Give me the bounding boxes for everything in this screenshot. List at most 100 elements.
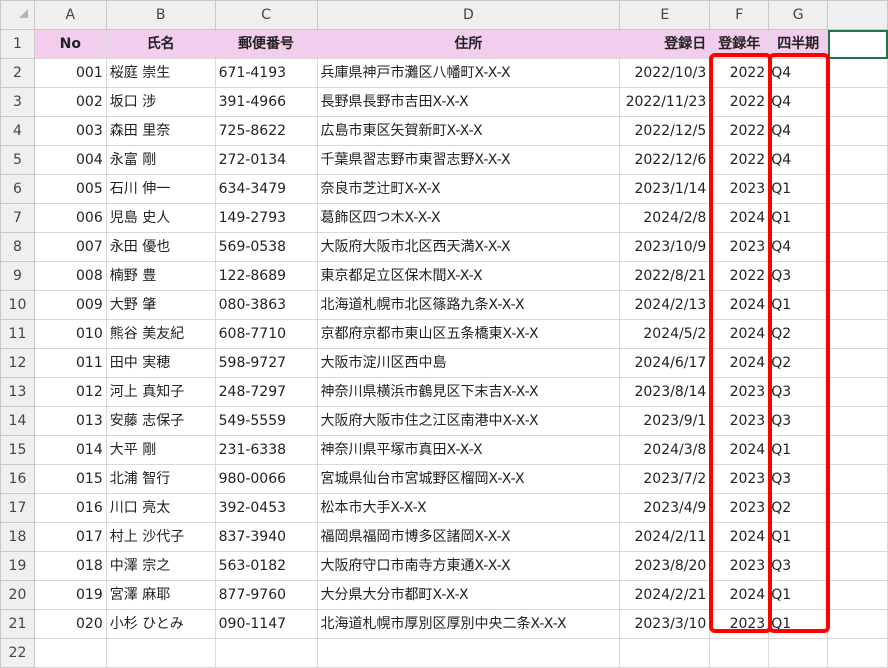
cell-name[interactable]: 石川 伸一 [105,174,216,204]
cell-empty[interactable] [827,377,888,407]
cell-name[interactable]: 宮澤 麻耶 [105,580,216,610]
cell-zip[interactable]: 608-7710 [214,319,318,349]
cell-empty[interactable] [827,290,888,320]
cell-empty[interactable] [827,435,888,465]
select-all-corner[interactable] [0,0,35,30]
cell-year[interactable]: 2022 [709,87,770,117]
cell-year[interactable]: 2023 [709,464,770,494]
row-header[interactable]: 10 [0,290,35,320]
cell-empty[interactable] [619,638,711,668]
cell-zip[interactable]: 272-0134 [214,145,318,175]
cell-name[interactable]: 安藤 志保子 [105,406,216,436]
cell-empty[interactable] [214,638,318,668]
cell-no[interactable]: 003 [33,116,107,146]
cell-zip[interactable]: 563-0182 [214,551,318,581]
cell-quarter[interactable]: Q3 [768,406,829,436]
cell-zip[interactable]: 598-9727 [214,348,318,378]
column-header-a[interactable]: A [33,0,107,30]
cell-quarter[interactable]: Q2 [768,319,829,349]
cell-name[interactable]: 坂口 涉 [105,87,216,117]
cell-date[interactable]: 2024/6/17 [619,348,711,378]
cell-quarter[interactable]: Q2 [768,493,829,523]
row-header[interactable]: 12 [0,348,35,378]
cell-quarter[interactable]: Q4 [768,145,829,175]
cell-quarter[interactable]: Q1 [768,435,829,465]
cell-date[interactable]: 2024/2/13 [619,290,711,320]
cell-address[interactable]: 大阪府大阪市住之江区南港中X-X-X [316,406,621,436]
column-header-c[interactable]: C [214,0,318,30]
cell-date[interactable]: 2023/3/10 [619,609,711,639]
cell-quarter[interactable]: Q4 [768,232,829,262]
cell-empty[interactable] [827,145,888,175]
cell-no[interactable]: 017 [33,522,107,552]
column-header-f[interactable]: F [709,0,770,30]
row-header[interactable]: 2 [0,58,35,88]
cell-year[interactable]: 2023 [709,609,770,639]
cell-no[interactable]: 011 [33,348,107,378]
cell-address[interactable]: 奈良市芝辻町X-X-X [316,174,621,204]
cell-date[interactable]: 2024/3/8 [619,435,711,465]
cell-date[interactable]: 2023/9/1 [619,406,711,436]
cell-empty[interactable] [827,638,888,668]
cell-zip[interactable]: 391-4966 [214,87,318,117]
cell-address[interactable]: 東京都足立区保木間X-X-X [316,261,621,291]
header-cell-address[interactable]: 住所 [316,29,621,59]
header-cell-name[interactable]: 氏名 [105,29,216,59]
cell-empty[interactable] [827,522,888,552]
cell-zip[interactable]: 634-3479 [214,174,318,204]
cell-no[interactable]: 009 [33,290,107,320]
cell-empty[interactable] [827,203,888,233]
cell-name[interactable]: 桜庭 崇生 [105,58,216,88]
cell-name[interactable]: 児島 史人 [105,203,216,233]
selected-cell[interactable] [827,29,888,59]
cell-no[interactable]: 012 [33,377,107,407]
cell-date[interactable]: 2023/4/9 [619,493,711,523]
cell-quarter[interactable]: Q4 [768,116,829,146]
cell-name[interactable]: 田中 実穂 [105,348,216,378]
cell-empty[interactable] [827,261,888,291]
cell-empty[interactable] [316,638,621,668]
cell-address[interactable]: 神奈川県平塚市真田X-X-X [316,435,621,465]
cell-year[interactable]: 2024 [709,290,770,320]
column-header-d[interactable]: D [316,0,621,30]
cell-date[interactable]: 2022/10/3 [619,58,711,88]
cell-name[interactable]: 永田 優也 [105,232,216,262]
cell-date[interactable]: 2024/2/8 [619,203,711,233]
cell-name[interactable]: 大平 剛 [105,435,216,465]
row-header[interactable]: 17 [0,493,35,523]
cell-year[interactable]: 2024 [709,203,770,233]
cell-no[interactable]: 010 [33,319,107,349]
cell-year[interactable]: 2024 [709,319,770,349]
cell-date[interactable]: 2024/2/11 [619,522,711,552]
cell-zip[interactable]: 090-1147 [214,609,318,639]
cell-empty[interactable] [827,493,888,523]
cell-no[interactable]: 006 [33,203,107,233]
cell-quarter[interactable]: Q3 [768,464,829,494]
cell-no[interactable]: 019 [33,580,107,610]
cell-address[interactable]: 京都府京都市東山区五条橋東X-X-X [316,319,621,349]
cell-year[interactable]: 2024 [709,580,770,610]
cell-address[interactable]: 長野県長野市吉田X-X-X [316,87,621,117]
cell-year[interactable]: 2022 [709,261,770,291]
cell-year[interactable]: 2022 [709,58,770,88]
cell-empty[interactable] [827,609,888,639]
cell-empty[interactable] [768,638,829,668]
cell-quarter[interactable]: Q2 [768,348,829,378]
cell-date[interactable]: 2024/5/2 [619,319,711,349]
row-header-1[interactable]: 1 [0,29,35,59]
row-header[interactable]: 4 [0,116,35,146]
cell-address[interactable]: 神奈川県横浜市鶴見区下末吉X-X-X [316,377,621,407]
cell-name[interactable]: 川口 亮太 [105,493,216,523]
cell-zip[interactable]: 122-8689 [214,261,318,291]
cell-empty[interactable] [827,174,888,204]
row-header[interactable]: 6 [0,174,35,204]
cell-year[interactable]: 2023 [709,232,770,262]
cell-zip[interactable]: 549-5559 [214,406,318,436]
cell-name[interactable]: 永富 剛 [105,145,216,175]
cell-quarter[interactable]: Q1 [768,522,829,552]
cell-year[interactable]: 2024 [709,522,770,552]
cell-zip[interactable]: 231-6338 [214,435,318,465]
cell-no[interactable]: 014 [33,435,107,465]
cell-address[interactable]: 大分県大分市都町X-X-X [316,580,621,610]
header-cell-quarter[interactable]: 四半期 [768,29,829,59]
